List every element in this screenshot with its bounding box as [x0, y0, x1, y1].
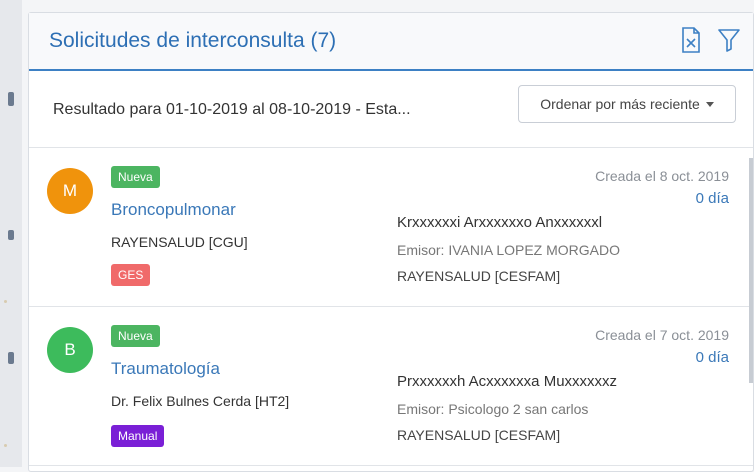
avatar: B [47, 327, 93, 373]
excel-export-icon[interactable] [681, 27, 701, 58]
tag-badge: GES [111, 264, 151, 286]
emisor-text: Emisor: IVANIA LOPEZ MORGADO [397, 242, 621, 258]
edge-mark [8, 230, 14, 240]
edge-dot [4, 444, 7, 447]
panel-header: Solicitudes de interconsulta (7) [29, 13, 753, 71]
result-summary: Resultado para 01-10-2019 al 08-10-2019 … [53, 101, 411, 118]
avatar: M [47, 168, 93, 214]
created-date: Creada el 8 oct. 2019 [595, 168, 729, 184]
filter-icon[interactable] [717, 28, 741, 57]
edge-mark [8, 92, 14, 106]
left-background-strip [0, 0, 22, 467]
emisor-text: Emisor: Psicologo 2 san carlos [397, 401, 589, 417]
chevron-down-icon [705, 102, 714, 107]
specialty-link[interactable]: Broncopulmonar [111, 200, 236, 220]
scrollbar[interactable] [749, 158, 753, 383]
tag-badge: Manual [111, 425, 165, 447]
interconsult-panel: Solicitudes de interconsulta (7) Resulta… [28, 12, 754, 472]
filter-bar: Resultado para 01-10-2019 al 08-10-2019 … [29, 71, 753, 148]
sort-label: Ordenar por más reciente [540, 96, 700, 112]
request-card[interactable]: B Nueva Traumatología Dr. Felix Bulnes C… [29, 307, 753, 466]
specialty-link[interactable]: Traumatología [111, 359, 220, 379]
status-badge: Nueva [111, 325, 160, 347]
health-center: RAYENSALUD [CESFAM] [397, 268, 561, 284]
patient-name: Krxxxxxxi Arxxxxxxo Anxxxxxxl [397, 214, 603, 231]
panel-title: Solicitudes de interconsulta (7) [49, 29, 337, 52]
origin-text: Dr. Felix Bulnes Cerda [HT2] [111, 393, 290, 409]
created-date: Creada el 7 oct. 2019 [595, 327, 729, 343]
edge-dot [4, 300, 7, 303]
sort-dropdown[interactable]: Ordenar por más reciente [518, 85, 736, 123]
days-elapsed: 0 día [695, 349, 729, 366]
origin-text: RAYENSALUD [CGU] [111, 234, 248, 250]
request-card[interactable]: M Nueva Broncopulmonar RAYENSALUD [CGU] … [29, 148, 753, 307]
edge-mark [8, 352, 14, 364]
status-badge: Nueva [111, 166, 160, 188]
days-elapsed: 0 día [695, 190, 729, 207]
health-center: RAYENSALUD [CESFAM] [397, 427, 561, 443]
patient-name: Prxxxxxxh Acxxxxxxa Muxxxxxxz [397, 373, 618, 390]
